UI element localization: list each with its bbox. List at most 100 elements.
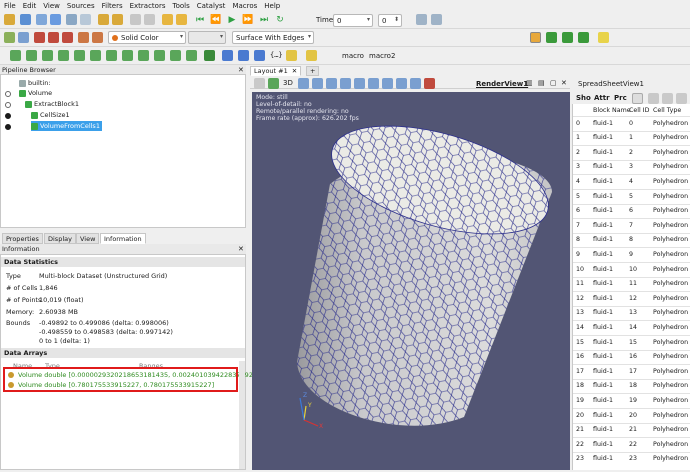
row-index[interactable]: 12 <box>576 292 584 304</box>
pipeline-item-cellsize1[interactable]: CellSize1 <box>31 110 70 120</box>
python-trace-icon[interactable] <box>238 50 249 61</box>
table-cell[interactable]: 22 <box>629 438 637 450</box>
tab-properties[interactable]: Properties <box>2 233 43 244</box>
table-cell[interactable]: 1 <box>629 132 633 144</box>
light-icon[interactable] <box>598 32 609 43</box>
column-header-block-name[interactable]: Block Name <box>593 104 631 116</box>
select-cells-icon[interactable] <box>298 78 309 89</box>
slice-icon[interactable] <box>58 50 69 61</box>
tab-layout-1[interactable]: Layout #1 ✕ <box>250 66 302 76</box>
split-vertical-icon[interactable]: ▤ <box>538 79 545 87</box>
row-index[interactable]: 23 <box>576 453 584 465</box>
play-icon[interactable]: ▶ <box>226 14 238 26</box>
row-index[interactable]: 14 <box>576 321 584 333</box>
toggle-color-legend-icon[interactable] <box>4 32 15 43</box>
undo-icon[interactable] <box>98 14 109 25</box>
find-data-icon[interactable] <box>176 14 187 25</box>
previous-frame-icon[interactable]: ⏪ <box>210 14 222 26</box>
row-index[interactable]: 8 <box>576 234 580 246</box>
table-cell[interactable]: 0 <box>629 117 633 129</box>
visibility-eye-icon[interactable] <box>5 113 11 119</box>
camera-redo-icon[interactable] <box>144 14 155 25</box>
menu-sources[interactable]: Sources <box>67 2 95 10</box>
table-cell[interactable]: Polyhedron <box>653 219 688 231</box>
help-icon[interactable] <box>162 14 173 25</box>
zoom-to-data-icon[interactable] <box>416 14 427 25</box>
table-cell[interactable]: fluid-1 <box>593 424 613 436</box>
capture-icon[interactable] <box>254 78 265 89</box>
table-cell[interactable]: fluid-1 <box>593 205 613 217</box>
row-index[interactable]: 17 <box>576 365 584 377</box>
table-cell[interactable]: Polyhedron <box>653 263 688 275</box>
table-cell[interactable]: fluid-1 <box>593 175 613 187</box>
table-cell[interactable]: fluid-1 <box>593 219 613 231</box>
interaction-mode-icon[interactable] <box>530 32 541 43</box>
menu-filters[interactable]: Filters <box>102 2 123 10</box>
hover-cells-icon[interactable] <box>382 78 393 89</box>
threshold-icon[interactable] <box>74 50 85 61</box>
save-state-icon[interactable] <box>50 14 61 25</box>
table-cell[interactable]: 23 <box>629 453 637 465</box>
color-component-select[interactable]: ▾ <box>188 31 226 44</box>
table-cell[interactable]: 16 <box>629 351 637 363</box>
table-cell[interactable]: fluid-1 <box>593 321 613 333</box>
tab-display[interactable]: Display <box>44 233 76 244</box>
camera-undo-icon[interactable] <box>130 14 141 25</box>
color-by-select[interactable]: Solid Color ▾ <box>108 31 186 44</box>
toggle-3d-button[interactable]: 3D <box>283 79 293 87</box>
table-cell[interactable]: 13 <box>629 307 637 319</box>
table-cell[interactable]: Polyhedron <box>653 394 688 406</box>
table-cell[interactable]: 12 <box>629 292 637 304</box>
row-index[interactable]: 11 <box>576 278 584 290</box>
time-field[interactable]: 0 ▾ <box>333 14 373 27</box>
first-frame-icon[interactable]: ⏮ <box>194 14 206 26</box>
table-cell[interactable]: fluid-1 <box>593 161 613 173</box>
contour-icon[interactable] <box>26 50 37 61</box>
row-index[interactable]: 15 <box>576 336 584 348</box>
pipeline-item-builtin[interactable]: builtin: <box>19 78 51 88</box>
table-cell[interactable]: Polyhedron <box>653 321 688 333</box>
pipeline-item-volumefromcells1[interactable]: VolumeFromCells1 <box>31 121 102 131</box>
table-cell[interactable]: Polyhedron <box>653 117 688 129</box>
ruler-icon[interactable] <box>286 50 297 61</box>
table-cell[interactable]: 4 <box>629 175 633 187</box>
python-calculator-icon[interactable] <box>204 50 215 61</box>
rotate-view-icon[interactable] <box>578 32 589 43</box>
close-icon[interactable]: ✕ <box>292 67 297 75</box>
visibility-eye-icon[interactable] <box>5 124 11 130</box>
table-cell[interactable]: 10 <box>629 263 637 275</box>
table-cell[interactable]: 18 <box>629 380 637 392</box>
table-cell[interactable]: fluid-1 <box>593 117 613 129</box>
table-cell[interactable]: Polyhedron <box>653 380 688 392</box>
custom-range-icon[interactable] <box>48 32 59 43</box>
disconnect-icon[interactable] <box>80 14 91 25</box>
select-frustum-icon[interactable] <box>326 78 337 89</box>
row-index[interactable]: 22 <box>576 438 584 450</box>
table-cell[interactable]: Polyhedron <box>653 409 688 421</box>
menu-macros[interactable]: Macros <box>232 2 257 10</box>
table-cell[interactable]: Polyhedron <box>653 161 688 173</box>
export-spreadsheet-icon[interactable] <box>676 93 687 104</box>
last-frame-icon[interactable]: ⏭ <box>258 14 270 26</box>
warp-by-vector-icon[interactable] <box>138 50 149 61</box>
zoom-closest-icon[interactable] <box>431 14 442 25</box>
table-cell[interactable]: Polyhedron <box>653 351 688 363</box>
table-cell[interactable]: fluid-1 <box>593 234 613 246</box>
table-cell[interactable]: fluid-1 <box>593 438 613 450</box>
next-frame-icon[interactable]: ⏩ <box>242 14 254 26</box>
table-cell[interactable]: 6 <box>629 205 633 217</box>
menu-view[interactable]: View <box>43 2 60 10</box>
row-index[interactable]: 10 <box>576 263 584 275</box>
close-view-icon[interactable]: ✕ <box>561 79 567 87</box>
table-cell[interactable]: 19 <box>629 394 637 406</box>
table-cell[interactable]: 11 <box>629 278 637 290</box>
select-points-icon[interactable] <box>312 78 323 89</box>
row-index[interactable]: 20 <box>576 409 584 421</box>
loop-icon[interactable]: ↻ <box>274 14 286 26</box>
panel-close-icon[interactable]: ✕ <box>238 245 244 253</box>
extract-block-icon[interactable] <box>186 50 197 61</box>
pipeline-item-extractblock1[interactable]: ExtractBlock1 <box>25 99 79 109</box>
clip-icon[interactable] <box>42 50 53 61</box>
table-cell[interactable]: 3 <box>629 161 633 173</box>
rescale-visible-range-icon[interactable] <box>62 32 73 43</box>
